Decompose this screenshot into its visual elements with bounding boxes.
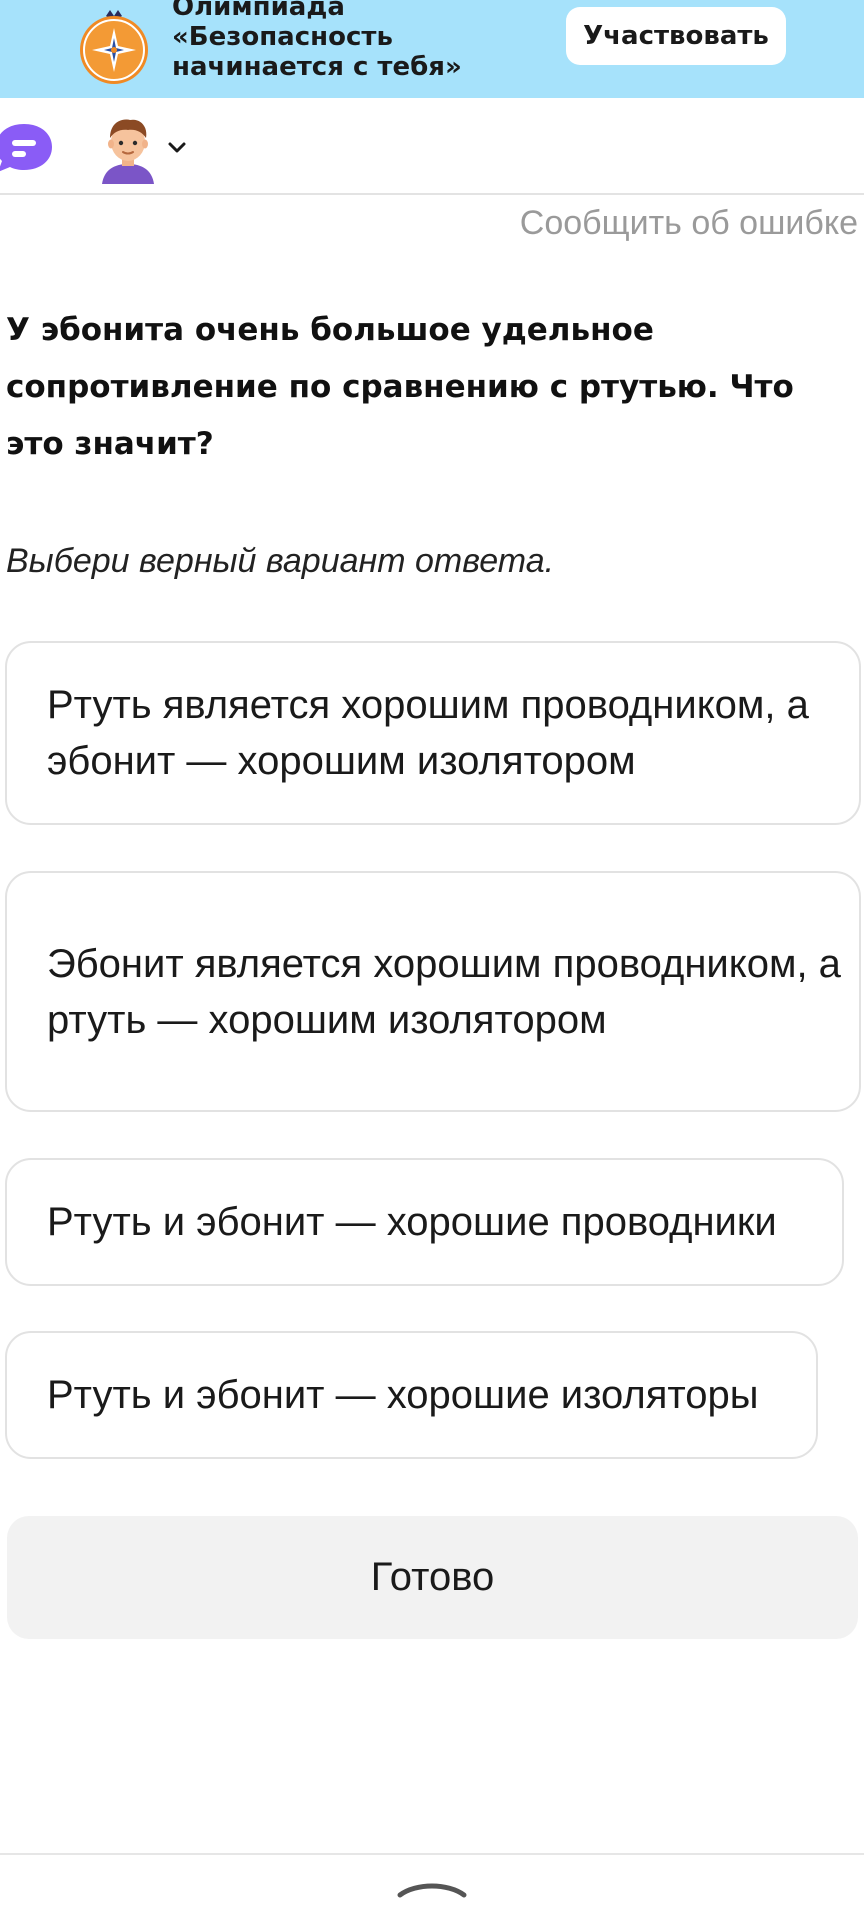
answer-option-label: Ртуть является хорошим проводником, а эб… [47, 683, 809, 783]
participate-button[interactable]: Участвовать [566, 7, 786, 65]
answer-option-4[interactable]: Ртуть и эбонит — хорошие изоляторы [5, 1331, 818, 1459]
done-button[interactable]: Готово [7, 1516, 858, 1639]
answer-option-3[interactable]: Ртуть и эбонит — хорошие проводники [5, 1158, 844, 1286]
bottom-sheet-bar [0, 1853, 864, 1920]
answer-option-2[interactable]: Эбонит является хорошим проводником, а р… [5, 871, 861, 1112]
banner-title: Олимпиада «Безопасность начинается с теб… [172, 0, 532, 82]
answer-option-label: Эбонит является хорошим проводником, а р… [47, 941, 841, 1042]
user-avatar-icon [102, 119, 154, 184]
banner-title-line-1: Олимпиада [172, 0, 345, 22]
chevron-down-icon [168, 142, 186, 153]
banner-title-line-3: начинается с тебя» [172, 52, 462, 82]
emergency-ministry-emblem-icon [80, 10, 148, 84]
answer-option-label: Ртуть и эбонит — хорошие проводники [47, 1200, 777, 1244]
answer-option-label: Ртуть и эбонит — хорошие изоляторы [47, 1373, 759, 1417]
page: Олимпиада «Безопасность начинается с теб… [0, 0, 864, 1920]
banner-title-line-2: «Безопасность [172, 22, 393, 52]
chat-bubble-icon [0, 124, 52, 172]
profile-menu[interactable] [96, 114, 194, 184]
olympiad-banner[interactable]: Олимпиада «Безопасность начинается с теб… [0, 0, 864, 98]
chevron-up-icon[interactable] [396, 1877, 468, 1899]
answer-instruction: Выбери верный вариант ответа. [6, 542, 555, 580]
answer-option-1[interactable]: Ртуть является хорошим проводником, а эб… [5, 641, 861, 825]
chat-button[interactable] [0, 120, 56, 176]
top-nav [0, 98, 864, 195]
question-text: У эбонита очень большое удельное сопроти… [6, 312, 794, 462]
report-error-link[interactable]: Сообщить об ошибке [520, 204, 858, 243]
